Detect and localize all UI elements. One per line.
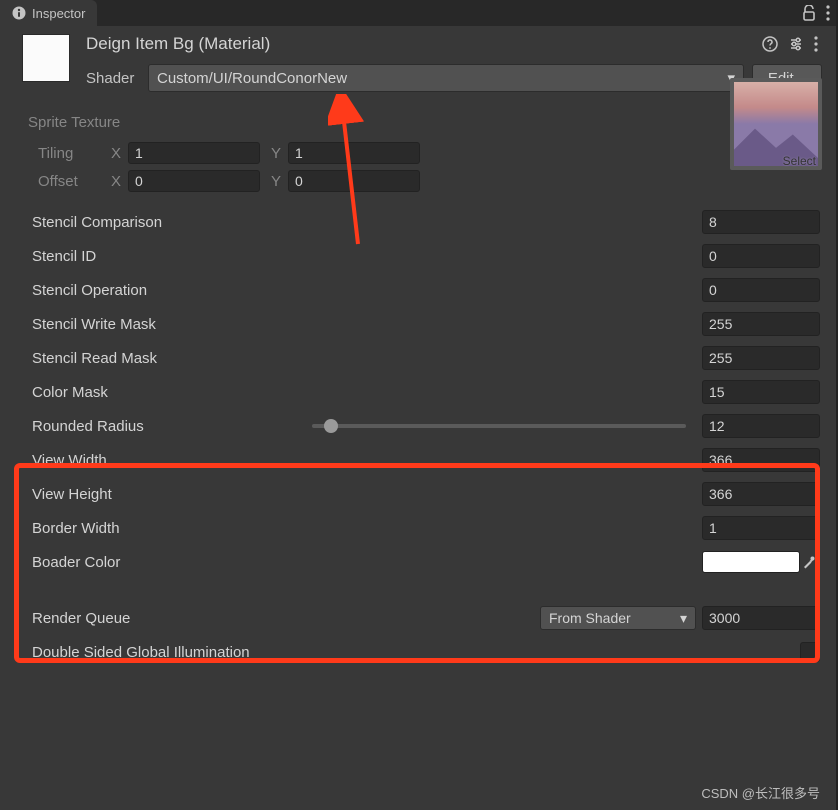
rounded-radius-slider[interactable]: [312, 424, 686, 428]
y-label: Y: [266, 145, 286, 162]
tab-right-controls: [802, 0, 830, 26]
sprite-preview[interactable]: Select: [730, 78, 822, 170]
prop-label: Stencil Operation: [32, 282, 702, 299]
prop-label: Boader Color: [32, 554, 702, 571]
offset-label: Offset: [38, 173, 104, 190]
color-mask-input[interactable]: [702, 380, 820, 404]
kebab-icon[interactable]: [826, 5, 830, 21]
view-height-input[interactable]: [702, 482, 820, 506]
stencil-operation-input[interactable]: [702, 278, 820, 302]
stencil-read-mask-input[interactable]: [702, 346, 820, 370]
offset-row: Offset X Y: [14, 167, 822, 195]
rounded-radius-row: Rounded Radius: [14, 409, 822, 443]
boader-color-row: Boader Color: [14, 545, 822, 579]
prop-label: Color Mask: [32, 384, 702, 401]
sprite-texture-label: Sprite Texture: [14, 106, 822, 139]
tiling-row: Tiling X Y: [14, 139, 822, 167]
stencil-id-input[interactable]: [702, 244, 820, 268]
boader-color-swatch[interactable]: [702, 551, 800, 573]
material-title: Deign Item Bg (Material): [86, 34, 270, 54]
double-sided-checkbox[interactable]: [800, 642, 820, 662]
sprite-texture-section: Sprite Texture Select Tiling X Y Offset …: [14, 106, 822, 195]
shader-value: Custom/UI/RoundConorNew: [157, 70, 347, 87]
x-label: X: [106, 173, 126, 190]
render-queue-input[interactable]: [702, 606, 820, 630]
slider-thumb[interactable]: [324, 419, 338, 433]
prop-label: Stencil ID: [32, 248, 702, 265]
info-icon: [12, 6, 26, 20]
prop-label: View Width: [32, 452, 702, 469]
settings-icon[interactable]: [788, 36, 804, 52]
stencil-write-mask-input[interactable]: [702, 312, 820, 336]
x-label: X: [106, 145, 126, 162]
stencil-operation-row: Stencil Operation: [14, 273, 822, 307]
shader-label: Shader: [86, 70, 140, 87]
prop-label: Stencil Read Mask: [32, 350, 702, 367]
kebab-icon[interactable]: [814, 36, 818, 52]
border-width-input[interactable]: [702, 516, 820, 540]
double-sided-label: Double Sided Global Illumination: [32, 644, 800, 661]
tab-bar: Inspector: [0, 0, 836, 26]
material-header: Deign Item Bg (Material) Shader Cust: [0, 26, 836, 100]
render-queue-mode-dropdown[interactable]: From Shader ▾: [540, 606, 696, 630]
sprite-select-label: Select: [783, 154, 816, 168]
lock-icon[interactable]: [802, 5, 816, 21]
border-width-row: Border Width: [14, 511, 822, 545]
color-mask-row: Color Mask: [14, 375, 822, 409]
render-queue-label: Render Queue: [32, 610, 540, 627]
prop-label: Stencil Write Mask: [32, 316, 702, 333]
tab-title: Inspector: [32, 6, 85, 21]
view-width-row: View Width: [14, 443, 822, 477]
stencil-write-mask-row: Stencil Write Mask: [14, 307, 822, 341]
help-icon[interactable]: [762, 36, 778, 52]
tab-inspector[interactable]: Inspector: [0, 0, 97, 26]
watermark: CSDN @长江很多号: [701, 783, 820, 802]
shader-dropdown[interactable]: Custom/UI/RoundConorNew ▾: [148, 64, 744, 92]
stencil-read-mask-row: Stencil Read Mask: [14, 341, 822, 375]
stencil-comparison-input[interactable]: [702, 210, 820, 234]
render-queue-row: Render Queue From Shader ▾: [14, 601, 822, 635]
render-queue-mode: From Shader: [549, 610, 631, 626]
inspector-panel: Inspector Deign Item Bg (Material): [0, 0, 838, 810]
inspector-body: Sprite Texture Select Tiling X Y Offset …: [0, 100, 836, 669]
stencil-id-row: Stencil ID: [14, 239, 822, 273]
prop-label: Stencil Comparison: [32, 214, 702, 231]
prop-label: View Height: [32, 486, 702, 503]
tiling-x-input[interactable]: [128, 142, 260, 164]
double-sided-row: Double Sided Global Illumination: [14, 635, 822, 669]
view-height-row: View Height: [14, 477, 822, 511]
prop-label: Border Width: [32, 520, 702, 537]
y-label: Y: [266, 173, 286, 190]
prop-label: Rounded Radius: [32, 418, 312, 435]
view-width-input[interactable]: [702, 448, 820, 472]
rounded-radius-input[interactable]: [702, 414, 820, 438]
material-thumbnail[interactable]: [22, 34, 70, 82]
stencil-comparison-row: Stencil Comparison: [14, 205, 822, 239]
chevron-down-icon: ▾: [680, 610, 687, 627]
tiling-y-input[interactable]: [288, 142, 420, 164]
offset-y-input[interactable]: [288, 170, 420, 192]
eyedropper-icon[interactable]: [802, 555, 820, 569]
offset-x-input[interactable]: [128, 170, 260, 192]
tiling-label: Tiling: [38, 145, 104, 162]
